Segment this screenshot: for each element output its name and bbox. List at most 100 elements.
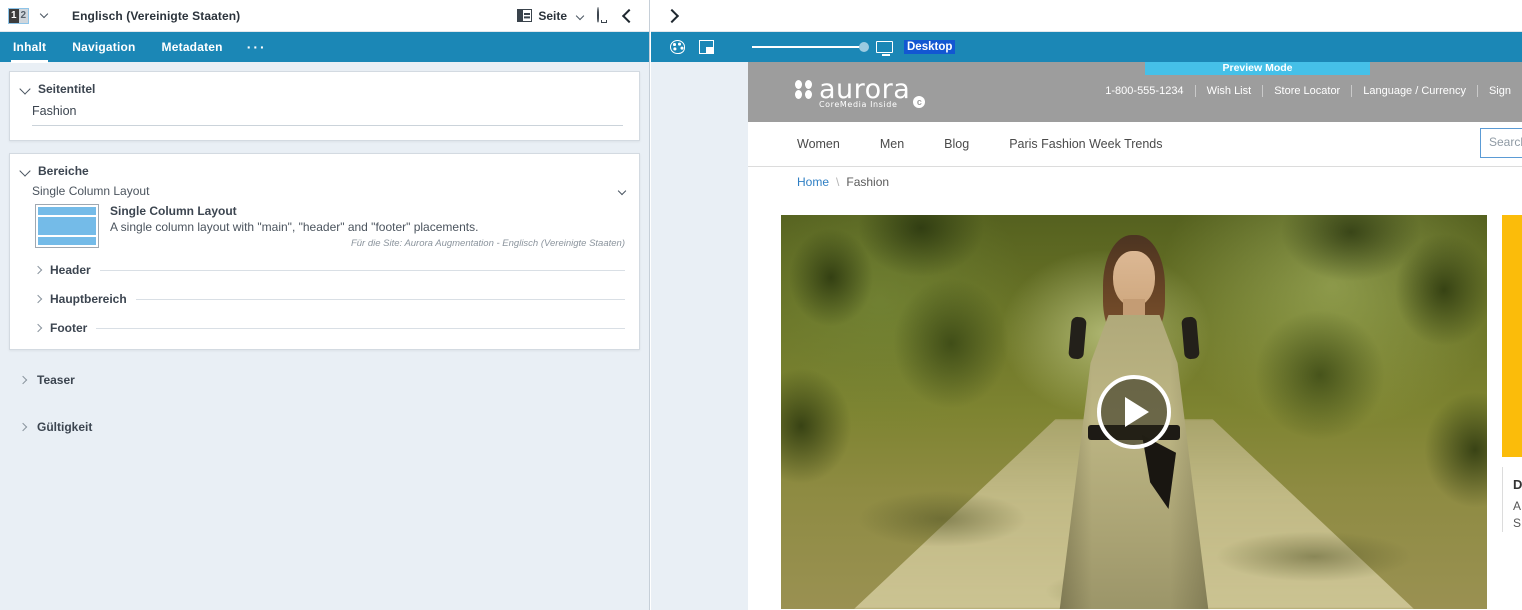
- tab-overflow-button[interactable]: ···: [236, 32, 278, 62]
- section-areas-header[interactable]: Bereiche: [10, 154, 639, 184]
- form-tabstrip: Inhalt Navigation Metadaten ···: [0, 32, 649, 62]
- aurora-flower-icon: [795, 80, 812, 99]
- tab-label: Navigation: [72, 40, 135, 54]
- play-icon: [1125, 397, 1149, 427]
- chevron-down-icon: [19, 165, 30, 176]
- view-selector-button[interactable]: Seite: [510, 5, 590, 27]
- nav-link-men[interactable]: Men: [880, 137, 904, 151]
- preview-mode-banner: Preview Mode: [1145, 62, 1370, 75]
- section-areas: Bereiche Single Column Layout Single Col…: [9, 153, 640, 350]
- section-validity[interactable]: Gültigkeit: [9, 409, 640, 445]
- utility-links: 1-800-555-1234 Wish List Store Locator L…: [1094, 85, 1522, 97]
- overflow-dots-icon: ···: [247, 39, 267, 55]
- preview-gutter: [651, 62, 748, 610]
- page-title-field-row: [10, 102, 639, 140]
- theme-button[interactable]: [663, 40, 692, 54]
- play-button[interactable]: [1097, 375, 1171, 449]
- side-teaser-line-2: S: [1513, 515, 1522, 532]
- preview-frame-icon: [699, 40, 714, 54]
- placement-row-hauptbereich[interactable]: Hauptbereich: [35, 284, 625, 313]
- preview-stage: Preview Mode aurora CoreMedia Inside c 1…: [651, 62, 1522, 610]
- preview-pane: Desktop Preview Mode aurora CoreMedia In…: [651, 0, 1522, 610]
- utility-link-store-locator[interactable]: Store Locator: [1263, 85, 1351, 97]
- nav-link-blog[interactable]: Blog: [944, 137, 969, 151]
- preview-frame-button[interactable]: [692, 40, 721, 54]
- utility-link-sign-in[interactable]: Sign: [1478, 85, 1522, 97]
- breadcrumb-home[interactable]: Home: [797, 175, 829, 189]
- divider: [96, 328, 625, 329]
- layout-card-description: A single column layout with "main", "hea…: [110, 220, 625, 234]
- chevron-right-icon: [34, 266, 42, 274]
- layout-select[interactable]: Single Column Layout: [10, 184, 639, 198]
- tab-metadaten[interactable]: Metadaten: [149, 32, 236, 62]
- placement-label: Header: [50, 263, 91, 277]
- utility-link-wish-list[interactable]: Wish List: [1196, 85, 1263, 97]
- variant-dropdown-button[interactable]: [38, 7, 50, 24]
- chevron-right-icon: [34, 324, 42, 332]
- slider-thumb[interactable]: [859, 42, 869, 52]
- side-teaser[interactable]: D A S: [1502, 467, 1522, 532]
- utility-link-language-currency[interactable]: Language / Currency: [1352, 85, 1477, 97]
- chevron-down-icon: [618, 187, 626, 195]
- layout-card: Single Column Layout A single column lay…: [10, 204, 639, 255]
- placement-row-footer[interactable]: Footer: [35, 313, 625, 349]
- device-label[interactable]: Desktop: [904, 40, 955, 54]
- promo-banner[interactable]: [1502, 215, 1522, 457]
- locale-title: Englisch (Vereinigte Staaten): [72, 9, 240, 23]
- breadcrumb-current: Fashion: [846, 175, 889, 189]
- placement-label: Footer: [50, 321, 87, 335]
- preview-toolbar-top: [651, 0, 1522, 32]
- logo-text: aurora CoreMedia Inside c: [819, 77, 910, 109]
- variant-compare-icon[interactable]: 1 2: [8, 8, 29, 24]
- site-header: Preview Mode aurora CoreMedia Inside c 1…: [748, 62, 1522, 122]
- section-title: Seitentitel: [38, 82, 95, 96]
- search-input[interactable]: Search: [1480, 128, 1522, 158]
- layout-card-site-note: Für die Site: Aurora Augmentation - Engl…: [110, 238, 625, 249]
- preview-toolbar: Desktop: [651, 32, 1522, 62]
- form-body: Seitentitel Bereiche Single Column Layou…: [0, 62, 649, 610]
- coremedia-mark-icon: c: [913, 96, 925, 108]
- variant-badge-left: 1: [9, 9, 19, 23]
- nav-link-paris-fashion-week-trends[interactable]: Paris Fashion Week Trends: [1009, 137, 1162, 151]
- logo-tagline: CoreMedia Inside: [819, 100, 910, 109]
- form-toolbar: 1 2 Englisch (Vereinigte Staaten) Seite: [0, 0, 649, 32]
- tab-inhalt[interactable]: Inhalt: [0, 32, 59, 62]
- collapse-pane-button[interactable]: [617, 7, 641, 25]
- section-page-title: Seitentitel: [9, 71, 640, 141]
- hero-video[interactable]: [781, 215, 1487, 609]
- section-teaser[interactable]: Teaser: [9, 362, 640, 398]
- chevron-left-icon: [622, 8, 636, 22]
- section-title: Gültigkeit: [37, 420, 92, 434]
- form-toolbar-actions: Seite: [510, 4, 641, 27]
- section-page-title-header[interactable]: Seitentitel: [10, 72, 639, 102]
- breadcrumb-separator: \: [836, 175, 839, 189]
- variant-badge-right: 2: [19, 9, 29, 23]
- chevron-right-icon[interactable]: [665, 8, 679, 22]
- layout-card-info: Single Column Layout A single column lay…: [110, 204, 625, 249]
- monitor-icon[interactable]: [876, 41, 893, 53]
- chevron-down-icon: [19, 83, 30, 94]
- site-nav: Women Men Blog Paris Fashion Week Trends…: [748, 122, 1522, 167]
- viewport-size-slider[interactable]: [752, 46, 864, 48]
- side-teaser-line-1: A: [1513, 498, 1522, 515]
- chevron-down-icon: [40, 10, 48, 18]
- section-title: Teaser: [37, 373, 75, 387]
- breadcrumb: Home \ Fashion: [748, 167, 1522, 196]
- hints-button[interactable]: [590, 4, 617, 27]
- lightbulb-icon: [597, 8, 610, 23]
- preview-viewport: Preview Mode aurora CoreMedia Inside c 1…: [748, 62, 1522, 610]
- chevron-right-icon: [34, 295, 42, 303]
- divider: [100, 270, 625, 271]
- tab-navigation[interactable]: Navigation: [59, 32, 148, 62]
- chevron-right-icon: [19, 376, 27, 384]
- placement-row-header[interactable]: Header: [35, 255, 625, 284]
- utility-link-phone[interactable]: 1-800-555-1234: [1094, 85, 1194, 97]
- single-column-layout-icon: [35, 204, 99, 248]
- page-title-input[interactable]: [32, 102, 623, 126]
- tab-label: Metadaten: [162, 40, 223, 54]
- site-logo[interactable]: aurora CoreMedia Inside c: [795, 77, 910, 109]
- hero-row: D A S: [748, 196, 1522, 609]
- content-form-pane: 1 2 Englisch (Vereinigte Staaten) Seite: [0, 0, 650, 610]
- nav-link-women[interactable]: Women: [797, 137, 840, 151]
- tab-label: Inhalt: [13, 40, 46, 54]
